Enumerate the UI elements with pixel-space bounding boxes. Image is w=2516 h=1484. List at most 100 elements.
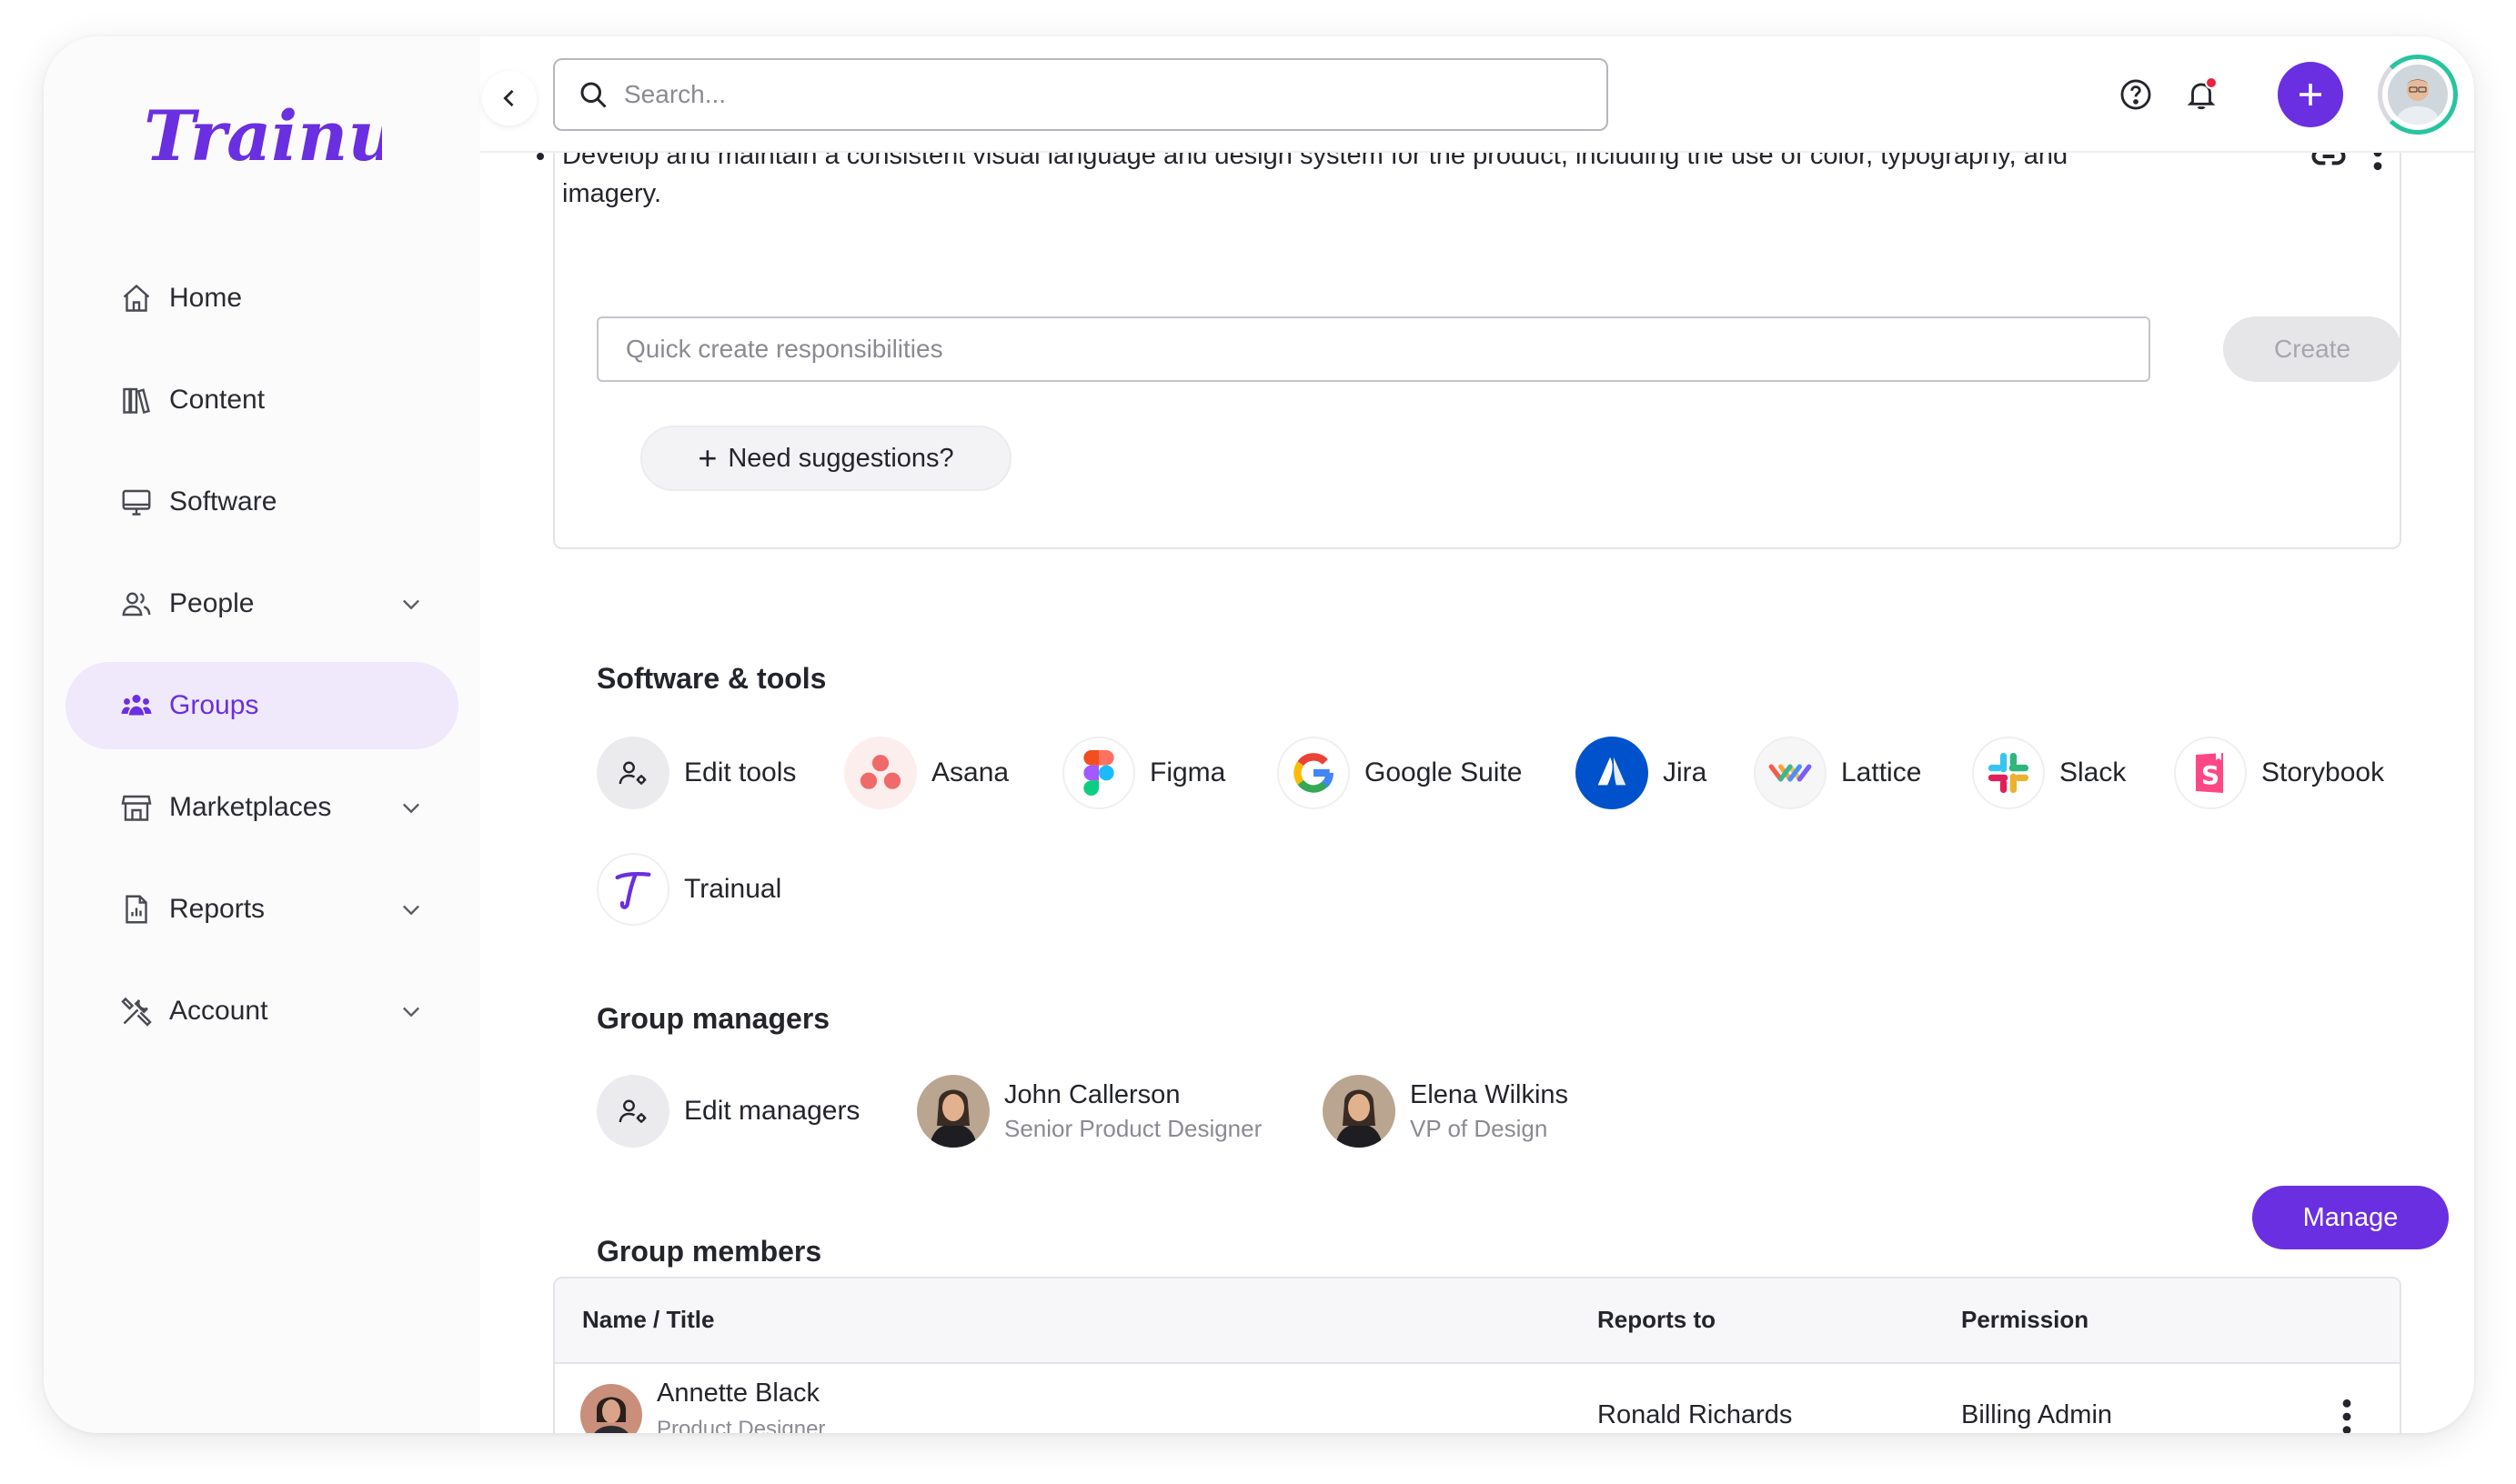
sidebar-item-label: Account [169, 996, 268, 1026]
jira-icon [1575, 737, 1648, 809]
search-icon [580, 82, 607, 108]
user-gear-icon [597, 737, 669, 809]
logo-wordmark: Trainual [144, 95, 469, 176]
table-row[interactable]: Annette Black Product Designer Ronald Ri… [555, 1364, 2400, 1433]
group-managers-title: Group managers [597, 1002, 830, 1035]
google-icon [1277, 737, 1350, 809]
bullet-marker [537, 153, 544, 160]
sidebar-item-content[interactable]: Content [65, 356, 458, 444]
tool-label: Jira [1663, 757, 1707, 787]
manager-info: Elena Wilkins VP of Design [1410, 1078, 1568, 1145]
column-reports-to[interactable]: Reports to [1597, 1306, 1716, 1334]
sidebar-item-reports[interactable]: Reports [65, 866, 458, 953]
sidebar-item-label: Content [169, 385, 266, 415]
trainual-icon [597, 853, 669, 926]
figma-icon [1062, 737, 1135, 809]
top-bar [480, 36, 2474, 153]
chevron-down-icon[interactable] [393, 993, 429, 1029]
home-icon [118, 280, 155, 316]
user-avatar[interactable] [2378, 55, 2458, 135]
notification-badge [2205, 76, 2218, 89]
tool-storybook[interactable]: S Storybook [2174, 737, 2384, 809]
manage-button[interactable]: Manage [2252, 1186, 2449, 1249]
tool-label: Trainual [684, 874, 782, 904]
sidebar-item-groups[interactable]: Groups [65, 662, 458, 749]
monitor-icon [118, 484, 155, 520]
quick-create-field[interactable] [597, 316, 2150, 382]
sidebar-item-label: Marketplaces [169, 792, 332, 822]
svg-text:S: S [2201, 760, 2219, 790]
help-button[interactable] [2114, 73, 2158, 116]
edit-tools-label: Edit tools [684, 757, 797, 787]
collapse-sidebar-button[interactable] [482, 71, 537, 125]
search-bar[interactable] [553, 58, 1608, 131]
plus-icon: + [698, 439, 718, 476]
tool-google-suite[interactable]: Google Suite [1277, 737, 1522, 809]
slack-icon [1972, 737, 2045, 809]
manager-info: John Callerson Senior Product Designer [1004, 1078, 1262, 1145]
need-suggestions-label: Need suggestions? [728, 443, 954, 473]
manager-avatar [1323, 1075, 1395, 1148]
help-icon [2120, 79, 2151, 110]
manager-avatar [917, 1075, 990, 1148]
edit-managers-button[interactable]: Edit managers [597, 1075, 860, 1148]
sidebar-item-label: Software [169, 486, 277, 516]
tool-label: Slack [2059, 757, 2127, 787]
svg-text:Trainual: Trainual [144, 95, 382, 176]
manager-name: John Callerson [1004, 1080, 1181, 1109]
chevron-down-icon[interactable] [393, 789, 429, 826]
tools-icon [118, 993, 155, 1029]
add-button[interactable] [2278, 62, 2343, 127]
store-icon [118, 789, 155, 826]
tool-lattice[interactable]: Lattice [1754, 737, 1921, 809]
tool-label: Google Suite [1364, 757, 1523, 787]
quick-create-input[interactable] [626, 335, 2149, 364]
sidebar-item-account[interactable]: Account [65, 968, 458, 1055]
sidebar-nav: Home Content Software People Groups Mark… [65, 255, 458, 1069]
tool-trainual[interactable]: Trainual [597, 853, 781, 926]
user-gear-icon [597, 1075, 669, 1148]
search-input[interactable] [624, 80, 1534, 109]
members-table: Name / Title Reports to Permission Annet… [553, 1277, 2401, 1433]
sidebar-item-label: Home [169, 283, 243, 313]
lattice-icon [1754, 737, 1827, 809]
chevron-down-icon[interactable] [393, 891, 429, 928]
tool-jira[interactable]: Jira [1575, 737, 1706, 809]
tool-slack[interactable]: Slack [1972, 737, 2126, 809]
avatar-image [2388, 65, 2448, 125]
software-tools-title: Software & tools [597, 662, 827, 695]
manager-card[interactable]: Elena Wilkins VP of Design [1323, 1075, 1568, 1148]
table-header: Name / Title Reports to Permission [555, 1278, 2400, 1364]
manager-name: Elena Wilkins [1410, 1080, 1569, 1109]
sidebar-item-home[interactable]: Home [65, 255, 458, 342]
sidebar-item-marketplaces[interactable]: Marketplaces [65, 764, 458, 851]
books-icon [118, 382, 155, 418]
plus-icon [2300, 84, 2321, 105]
tool-label: Figma [1150, 757, 1226, 787]
column-name-title[interactable]: Name / Title [582, 1306, 714, 1334]
column-permission[interactable]: Permission [1961, 1306, 2088, 1334]
group-members-title: Group members [597, 1235, 822, 1268]
people-icon [118, 586, 155, 622]
trainual-logo[interactable]: Trainual [142, 95, 469, 181]
notifications-button[interactable] [2179, 73, 2223, 116]
sidebar-item-label: Groups [169, 690, 259, 720]
manager-card[interactable]: John Callerson Senior Product Designer [917, 1075, 1262, 1148]
sidebar-item-label: People [169, 588, 255, 618]
storybook-icon: S [2174, 737, 2247, 809]
chevron-down-icon[interactable] [393, 586, 429, 622]
more-options-icon[interactable] [2340, 1397, 2354, 1433]
report-icon [118, 891, 155, 928]
sidebar-item-software[interactable]: Software [65, 458, 458, 546]
main-area: Develop and maintain a consistent visual… [480, 36, 2474, 1433]
need-suggestions-button[interactable]: + Need suggestions? [640, 426, 1011, 491]
sidebar-item-people[interactable]: People [65, 560, 458, 647]
edit-tools-button[interactable]: Edit tools [597, 737, 796, 809]
tool-label: Lattice [1841, 757, 1922, 787]
tool-asana[interactable]: Asana [844, 737, 1009, 809]
edit-managers-label: Edit managers [684, 1096, 860, 1126]
tool-figma[interactable]: Figma [1062, 737, 1225, 809]
app-window: Trainual Home Content Software [44, 36, 2474, 1433]
tool-label: Storybook [2261, 757, 2385, 787]
create-button[interactable]: Create [2223, 316, 2401, 382]
